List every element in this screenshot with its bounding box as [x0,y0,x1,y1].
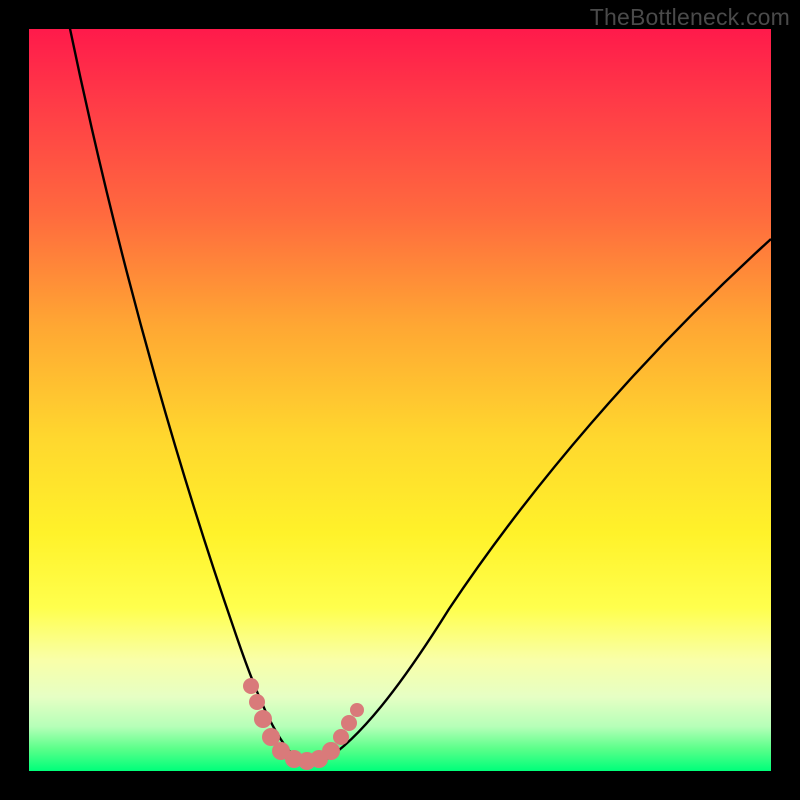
chart-frame: TheBottleneck.com [0,0,800,800]
trough-dots [243,678,364,770]
curve-left [69,24,299,761]
curve-overlay [29,29,771,771]
curve-right [324,239,771,761]
watermark-text: TheBottleneck.com [590,4,790,31]
